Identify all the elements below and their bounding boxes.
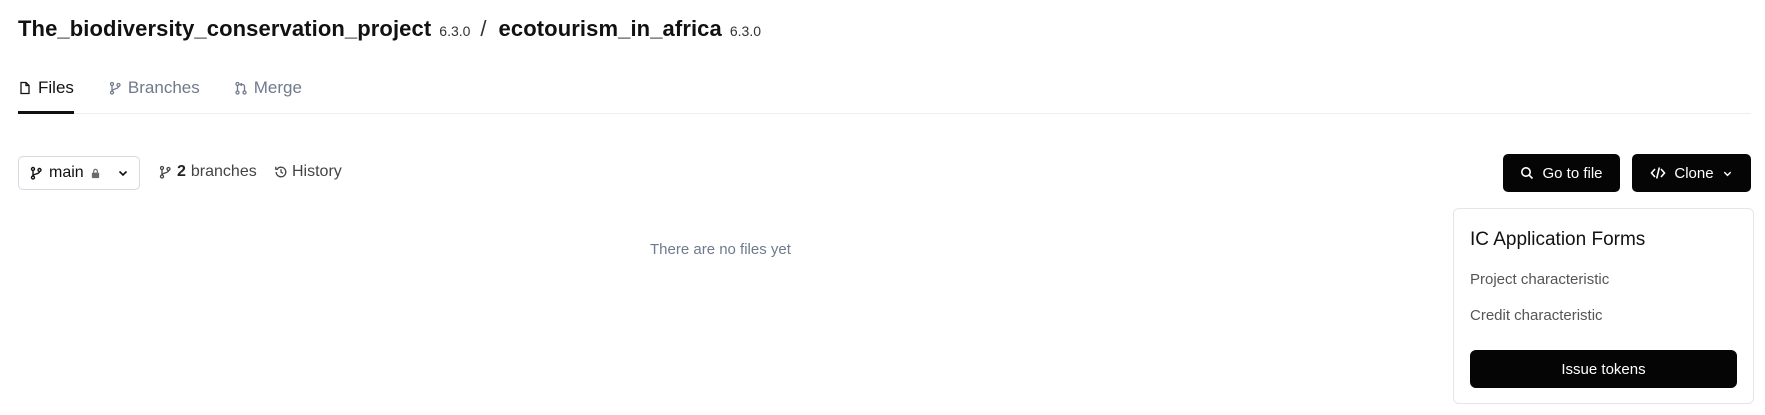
- go-to-file-label: Go to file: [1542, 164, 1603, 182]
- chevron-down-icon: [1723, 171, 1731, 176]
- branch-name: main: [49, 164, 84, 181]
- branch-icon: [159, 165, 171, 179]
- ic-application-forms-card: IC Application Forms Project characteris…: [1453, 208, 1754, 404]
- clone-button[interactable]: Clone: [1632, 154, 1751, 192]
- branch-count: 2: [177, 163, 186, 180]
- history-icon: [275, 166, 287, 178]
- clone-label: Clone: [1674, 164, 1714, 182]
- breadcrumb-separator: /: [480, 16, 487, 41]
- project-characteristic-link[interactable]: Project characteristic: [1470, 271, 1609, 288]
- tab-files-label: Files: [38, 78, 74, 97]
- tab-files[interactable]: Files: [18, 74, 74, 114]
- lock-icon: [91, 168, 99, 178]
- repo-tabs: Files Branches Merge: [18, 74, 1751, 114]
- issue-tokens-button[interactable]: Issue tokens: [1470, 350, 1737, 388]
- repo-name[interactable]: The_biodiversity_conservation_project: [18, 16, 431, 42]
- file-icon: [20, 81, 30, 95]
- repo-header: The_biodiversity_conservation_project 6.…: [18, 16, 761, 42]
- branch-icon: [30, 166, 42, 180]
- branch-icon: [109, 81, 121, 95]
- tab-branches[interactable]: Branches: [108, 74, 200, 114]
- credit-characteristic-link[interactable]: Credit characteristic: [1470, 307, 1603, 324]
- tab-branches-label: Branches: [127, 78, 200, 97]
- chevron-down-icon: [118, 170, 128, 177]
- code-icon: [1650, 167, 1666, 179]
- history-label: History: [292, 163, 342, 180]
- search-icon: [1521, 167, 1534, 180]
- branches-count-link[interactable]: 2 branches: [158, 163, 257, 181]
- empty-state-message: There are no files yet: [650, 241, 791, 258]
- tab-merge[interactable]: Merge: [234, 74, 302, 114]
- merge-icon: [235, 81, 247, 95]
- branch-selector[interactable]: main: [18, 156, 140, 190]
- repo-version: 6.3.0: [439, 23, 471, 39]
- sub-repo-version: 6.3.0: [729, 23, 761, 39]
- go-to-file-button[interactable]: Go to file: [1503, 154, 1620, 192]
- branches-label: branches: [190, 163, 257, 180]
- card-title: IC Application Forms: [1470, 229, 1646, 250]
- history-link[interactable]: History: [274, 163, 342, 181]
- tab-merge-label: Merge: [253, 78, 302, 97]
- sub-repo-name[interactable]: ecotourism_in_africa: [499, 16, 722, 42]
